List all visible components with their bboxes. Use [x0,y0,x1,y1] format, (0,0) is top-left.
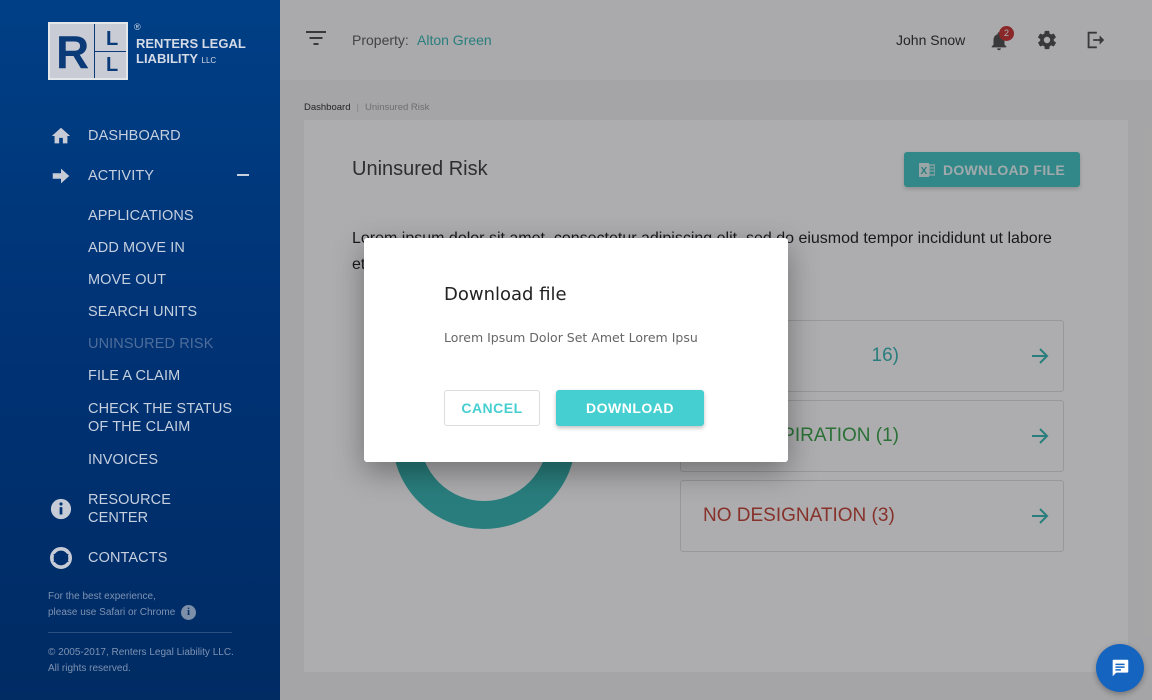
cancel-button[interactable]: CANCEL [444,390,540,426]
copyright-line2: All rights reserved. [48,663,131,674]
dialog-body: Lorem Ipsum Dolor Set Amet Lorem Ipsu [444,330,698,345]
brand-name-line1: RENTERS LEGAL [136,36,246,51]
sidebar-item-invoices[interactable]: INVOICES [88,451,158,469]
copyright-line1: © 2005-2017, Renters Legal Liability LLC… [48,647,234,658]
copyright: © 2005-2017, Renters Legal Liability LLC… [48,645,234,677]
collapse-activity-icon[interactable] [237,174,249,176]
browser-note-line1: For the best experience, [48,591,156,602]
dialog-title: Download file [444,284,567,305]
brand-suffix: LLC [201,56,217,65]
logo-letter-l2: L [106,54,119,76]
info-icon [50,498,72,520]
browser-info-icon[interactable]: i [181,605,196,620]
sidebar-item-resource-center[interactable]: RESOURCE CENTER [88,491,171,527]
home-icon [51,127,71,144]
sidebar-item-file-a-claim[interactable]: FILE A CLAIM [88,367,180,385]
sidebar-item-move-out[interactable]: MOVE OUT [88,271,166,289]
lifebuoy-icon [50,547,72,569]
chat-icon [1112,659,1129,677]
brand-name: ® RENTERS LEGAL LIABILITY LLC [134,22,246,68]
chat-button[interactable] [1096,644,1144,692]
sidebar-item-contacts[interactable]: CONTACTS [88,549,167,567]
brand-logo[interactable]: R L L ® RENTERS LEGAL LIABILITY LLC [48,22,246,80]
logo-letter-r: R [56,26,90,78]
sidebar-item-applications[interactable]: APPLICATIONS [88,207,194,225]
logo-letter-l1: L [106,28,119,50]
logo-mark: R L L [48,22,128,80]
sidebar-item-uninsured-risk[interactable]: UNINSURED RISK [88,335,213,353]
browser-note-line2: please use Safari or Chrome [48,607,176,618]
sidebar-item-activity[interactable]: ACTIVITY [88,167,154,185]
sidebar-item-add-move-in[interactable]: ADD MOVE IN [88,239,185,257]
brand-name-line2: LIABILITY [136,51,198,66]
browser-note: For the best experience, please use Safa… [48,589,175,621]
sidebar: R L L ® RENTERS LEGAL LIABILITY LLC DASH… [0,0,280,700]
registered-mark: ® [134,22,141,32]
footer-divider [48,632,232,633]
download-button[interactable]: DOWNLOAD [556,390,704,426]
sidebar-item-search-units[interactable]: SEARCH UNITS [88,303,197,321]
sidebar-item-check-claim-status[interactable]: CHECK THE STATUS OF THE CLAIM [88,400,232,436]
arrow-right-icon [52,168,70,184]
download-dialog: Download file Lorem Ipsum Dolor Set Amet… [364,238,788,462]
sidebar-item-dashboard[interactable]: DASHBOARD [88,127,181,145]
